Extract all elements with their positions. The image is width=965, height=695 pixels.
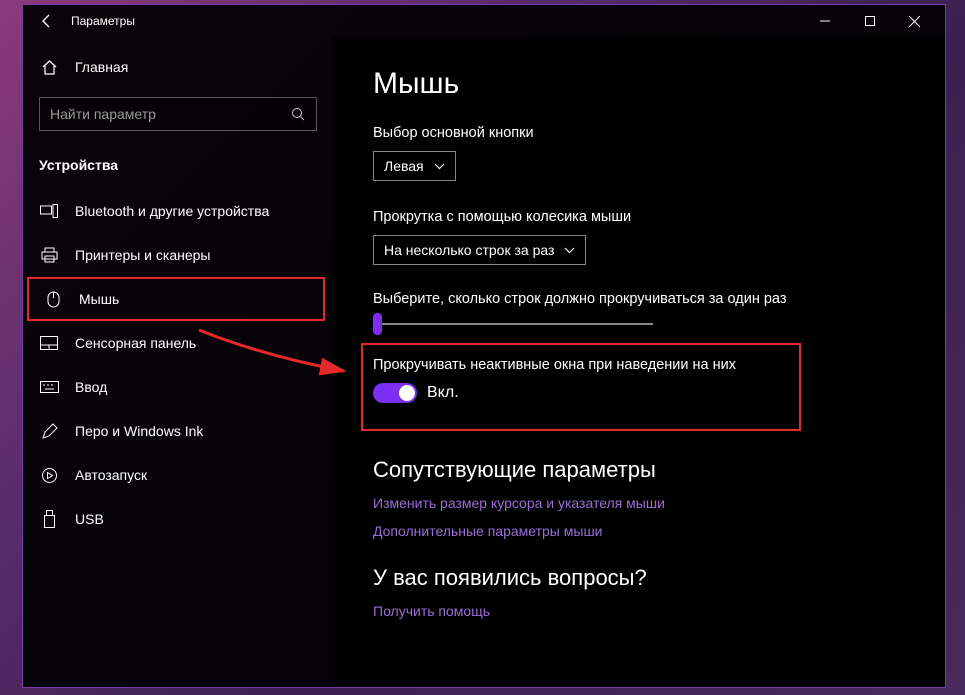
close-button[interactable] — [892, 6, 937, 36]
questions-heading: У вас появились вопросы? — [373, 565, 905, 591]
sidebar-item-autoplay[interactable]: Автозапуск — [23, 453, 333, 497]
main-panel: Мышь Выбор основной кнопки Левая Прокрут… — [333, 37, 945, 687]
search-icon — [291, 107, 306, 122]
keyboard-icon — [39, 377, 59, 397]
scroll-wheel-label: Прокрутка с помощью колесика мыши — [373, 209, 905, 225]
sidebar-item-printers[interactable]: Принтеры и сканеры — [23, 233, 333, 277]
back-button[interactable] — [31, 5, 63, 37]
related-heading: Сопутствующие параметры — [373, 457, 905, 483]
sidebar-item-label: Ввод — [75, 379, 107, 395]
home-icon — [39, 57, 59, 77]
scroll-wheel-dropdown[interactable]: На несколько строк за раз — [373, 235, 586, 265]
chevron-down-icon — [434, 163, 445, 170]
window-controls — [802, 6, 937, 36]
settings-window: Параметры Главная Устройства — [22, 4, 946, 688]
sidebar-item-usb[interactable]: USB — [23, 497, 333, 541]
link-cursor-size[interactable]: Изменить размер курсора и указателя мыши — [373, 495, 905, 511]
dropdown-value: На несколько строк за раз — [384, 242, 554, 258]
sidebar-item-label: Перо и Windows Ink — [75, 423, 203, 439]
link-advanced-mouse[interactable]: Дополнительные параметры мыши — [373, 523, 905, 539]
link-get-help[interactable]: Получить помощь — [373, 603, 905, 619]
lines-slider[interactable] — [373, 323, 653, 325]
sidebar-item-label: Bluetooth и другие устройства — [75, 203, 269, 219]
printer-icon — [39, 245, 59, 265]
autoplay-icon — [39, 465, 59, 485]
maximize-button[interactable] — [847, 6, 892, 36]
sidebar-home[interactable]: Главная — [23, 45, 333, 89]
search-box[interactable] — [39, 97, 317, 131]
sidebar-item-bluetooth[interactable]: Bluetooth и другие устройства — [23, 189, 333, 233]
toggle-state-label: Вкл. — [427, 384, 459, 402]
inactive-scroll-label: Прокручивать неактивные окна при наведен… — [373, 357, 789, 373]
inactive-scroll-row: Вкл. — [373, 383, 789, 403]
lines-label: Выберите, сколько строк должно прокручив… — [373, 291, 905, 307]
window-title: Параметры — [71, 14, 802, 28]
minimize-button[interactable] — [802, 6, 847, 36]
slider-thumb[interactable] — [373, 313, 382, 335]
sidebar-category: Устройства — [23, 147, 333, 189]
titlebar: Параметры — [23, 5, 945, 37]
sidebar-item-label: Мышь — [79, 291, 119, 307]
usb-icon — [39, 509, 59, 529]
dropdown-value: Левая — [384, 158, 424, 174]
toggle-knob — [399, 385, 415, 401]
sidebar-item-label: Сенсорная панель — [75, 335, 196, 351]
inactive-scroll-toggle[interactable] — [373, 383, 417, 403]
sidebar-item-typing[interactable]: Ввод — [23, 365, 333, 409]
sidebar-item-pen[interactable]: Перо и Windows Ink — [23, 409, 333, 453]
touchpad-icon — [39, 333, 59, 353]
sidebar: Главная Устройства Bluetooth и другие ус… — [23, 37, 333, 687]
devices-icon — [39, 201, 59, 221]
mouse-icon — [43, 289, 63, 309]
primary-button-dropdown[interactable]: Левая — [373, 151, 456, 181]
page-title: Мышь — [373, 67, 905, 101]
sidebar-home-label: Главная — [75, 59, 128, 75]
highlight-annotation: Прокручивать неактивные окна при наведен… — [361, 343, 801, 431]
chevron-down-icon — [564, 247, 575, 254]
sidebar-item-label: USB — [75, 511, 104, 527]
pen-icon — [39, 421, 59, 441]
search-input[interactable] — [50, 106, 291, 122]
primary-button-label: Выбор основной кнопки — [373, 125, 905, 141]
sidebar-item-label: Принтеры и сканеры — [75, 247, 210, 263]
content: Главная Устройства Bluetooth и другие ус… — [23, 37, 945, 687]
sidebar-item-touchpad[interactable]: Сенсорная панель — [23, 321, 333, 365]
sidebar-item-label: Автозапуск — [75, 467, 147, 483]
sidebar-item-mouse[interactable]: Мышь — [27, 277, 325, 321]
